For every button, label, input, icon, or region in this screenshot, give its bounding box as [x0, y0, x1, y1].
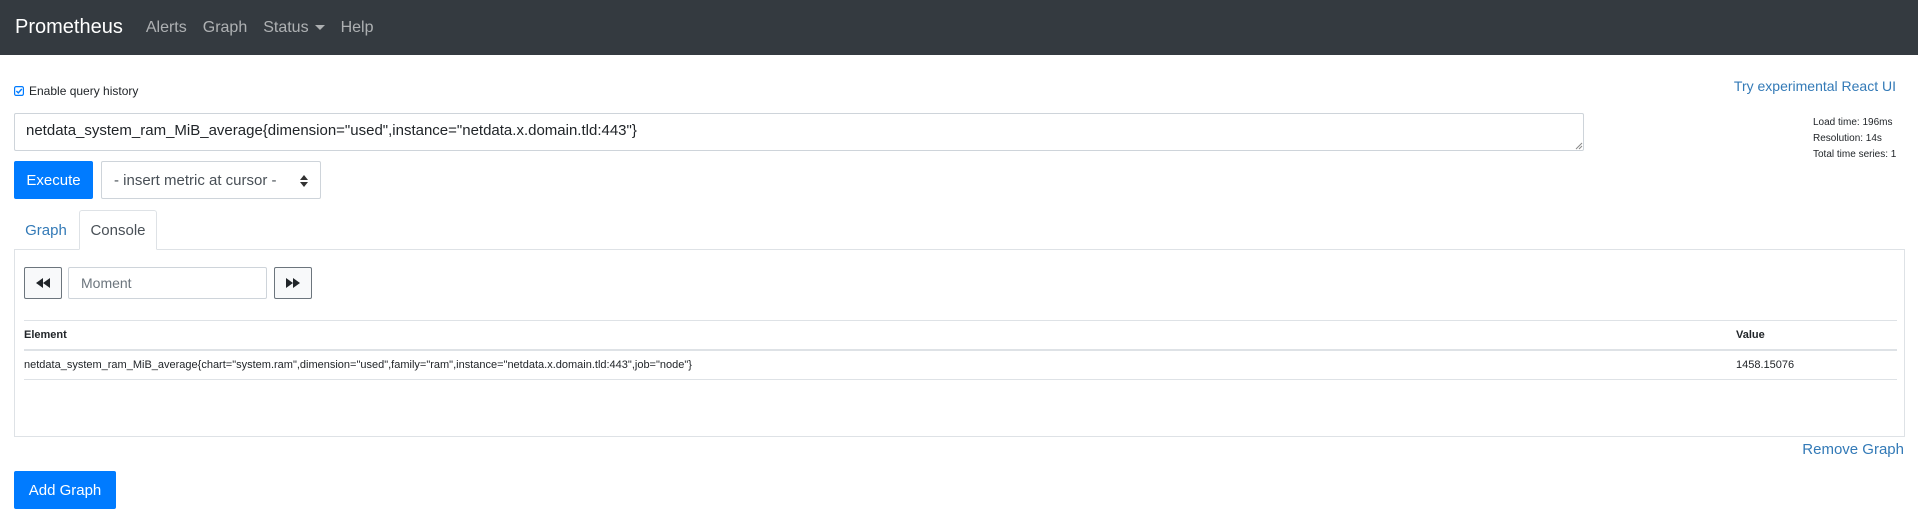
- react-ui-link[interactable]: Try experimental React UI: [1734, 78, 1896, 94]
- nav-status-label: Status: [263, 18, 309, 36]
- navbar: Prometheus Alerts Graph Status Help: [0, 0, 1918, 55]
- load-time: Load time: 196ms: [1813, 117, 1893, 128]
- nav-graph[interactable]: Graph: [203, 19, 247, 37]
- forward-icon: [286, 278, 300, 288]
- insert-metric-select[interactable]: - insert metric at cursor -: [101, 161, 321, 199]
- nav-status[interactable]: Status: [263, 18, 325, 37]
- moment-forward-button[interactable]: [274, 267, 312, 299]
- updown-icon: [300, 175, 308, 187]
- check-square-icon: [14, 86, 24, 96]
- console-panel: Element Value netdata_system_ram_MiB_ave…: [14, 249, 1905, 437]
- resize-grip-icon[interactable]: [1575, 142, 1583, 150]
- expression-input[interactable]: netdata_system_ram_MiB_average{dimension…: [14, 113, 1584, 151]
- metric-select-value: - insert metric at cursor -: [114, 171, 277, 189]
- row-element: netdata_system_ram_MiB_average{chart="sy…: [24, 350, 1736, 380]
- row-value: 1458.15076: [1736, 350, 1897, 380]
- query-history-toggle[interactable]: Enable query history: [14, 84, 138, 98]
- moment-input[interactable]: [68, 267, 267, 299]
- backward-icon: [36, 278, 50, 288]
- header-element: Element: [24, 320, 1736, 351]
- execute-button[interactable]: Execute: [14, 161, 93, 199]
- query-history-label: Enable query history: [29, 84, 139, 98]
- query-stats: Load time: 196ms Resolution: 14s Total t…: [1813, 115, 1896, 163]
- brand-link[interactable]: Prometheus: [15, 0, 123, 55]
- tab-console[interactable]: Console: [79, 210, 157, 250]
- remove-graph-link[interactable]: Remove Graph: [1802, 441, 1904, 458]
- caret-down-icon: [314, 25, 325, 30]
- nav-alerts[interactable]: Alerts: [146, 19, 187, 37]
- add-graph-button[interactable]: Add Graph: [14, 471, 116, 509]
- nav-help[interactable]: Help: [341, 19, 374, 37]
- table-row: netdata_system_ram_MiB_average{chart="sy…: [24, 350, 1897, 380]
- resolution: Resolution: 14s: [1813, 133, 1882, 144]
- moment-back-button[interactable]: [24, 267, 62, 299]
- results-table: Element Value netdata_system_ram_MiB_ave…: [24, 320, 1897, 380]
- header-value: Value: [1736, 320, 1897, 351]
- tab-graph[interactable]: Graph: [14, 210, 78, 250]
- table-header-row: Element Value: [24, 320, 1897, 351]
- total-time-series: Total time series: 1: [1813, 149, 1897, 160]
